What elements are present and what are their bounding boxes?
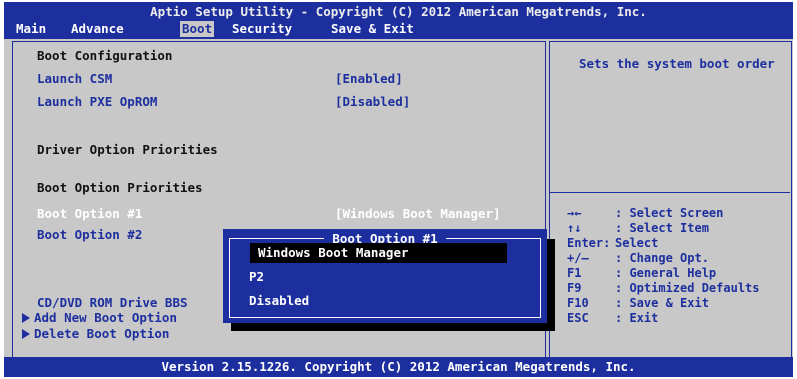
bios-screen: Aptio Setup Utility - Copyright (C) 2012… [4,2,793,377]
version-text: Version 2.15.1226. Copyright (C) 2012 Am… [161,359,636,374]
key-name: F1 [567,266,582,280]
boot-option-popup: Boot Option #1 Windows Boot Manager P2 D… [223,229,547,323]
key-action: : Exit [615,311,659,325]
popup-option-windows-boot-manager[interactable]: Windows Boot Manager [250,243,507,263]
key-legend: →← : Select Screen ↑↓ : Select Item Enter:… [567,206,760,326]
help-description: Sets the system boot order [579,56,775,71]
key-name: →← [567,206,582,220]
key-legend-row: ESC : Exit [567,311,760,326]
key-legend-row: →← : Select Screen [567,206,760,221]
delete-boot-option-label: Delete Boot Option [34,326,170,341]
key-action: : Save & Exit [615,296,709,310]
key-legend-row: Enter: Select [567,236,760,251]
key-action: : General Help [615,266,717,280]
key-legend-row: F9 : Optimized Defaults [567,281,760,296]
tab-security[interactable]: Security [230,21,294,37]
key-action: : Optimized Defaults [615,281,760,295]
section-boot-configuration: Boot Configuration [37,48,173,63]
key-name: F10 [567,296,589,310]
key-legend-row: ↑↓ : Select Item [567,221,760,236]
launch-pxe-label[interactable]: Launch PXE OpROM [37,95,157,109]
tab-save-exit[interactable]: Save & Exit [329,21,416,37]
key-action: : Select Screen [615,206,724,220]
key-action: : Change Opt. [615,251,709,265]
key-name: F9 [567,281,582,295]
utility-title: Aptio Setup Utility - Copyright (C) 2012… [150,4,647,19]
key-legend-row: F10 : Save & Exit [567,296,760,311]
section-driver-option-priorities: Driver Option Priorities [37,142,218,157]
tab-main[interactable]: Main [14,21,48,37]
tab-boot[interactable]: Boot [180,21,215,37]
launch-csm-value[interactable]: [Enabled] [335,72,403,86]
submenu-arrow-icon [22,313,30,323]
key-name: Enter: [567,236,611,250]
help-divider [550,192,790,193]
boot-option-1-value[interactable]: [Windows Boot Manager] [335,207,501,221]
key-name: +/— [567,251,589,265]
section-boot-option-priorities: Boot Option Priorities [37,180,203,195]
key-legend-row: +/— : Change Opt. [567,251,760,266]
popup-option-disabled[interactable]: Disabled [249,291,309,311]
add-new-boot-option-label: Add New Boot Option [34,310,177,325]
key-action: : Select Item [615,221,709,235]
tab-advance[interactable]: Advance [69,21,126,37]
popup-option-p2[interactable]: P2 [249,267,264,287]
add-new-boot-option[interactable]: Add New Boot Option [22,311,177,325]
launch-pxe-value[interactable]: [Disabled] [335,95,410,109]
key-name: ↑↓ [567,221,582,235]
title-bar: Aptio Setup Utility - Copyright (C) 2012… [4,2,793,39]
boot-option-2-label[interactable]: Boot Option #2 [37,228,142,242]
key-action: Select [615,236,659,250]
version-bar: Version 2.15.1226. Copyright (C) 2012 Am… [4,357,793,377]
launch-csm-label[interactable]: Launch CSM [37,72,112,86]
boot-option-1-label[interactable]: Boot Option #1 [37,207,142,221]
submenu-arrow-icon [22,329,30,339]
key-name: ESC [567,311,589,325]
key-legend-row: F1 : General Help [567,266,760,281]
cd-dvd-rom-bbs[interactable]: CD/DVD ROM Drive BBS [37,296,188,310]
delete-boot-option[interactable]: Delete Boot Option [22,327,169,341]
